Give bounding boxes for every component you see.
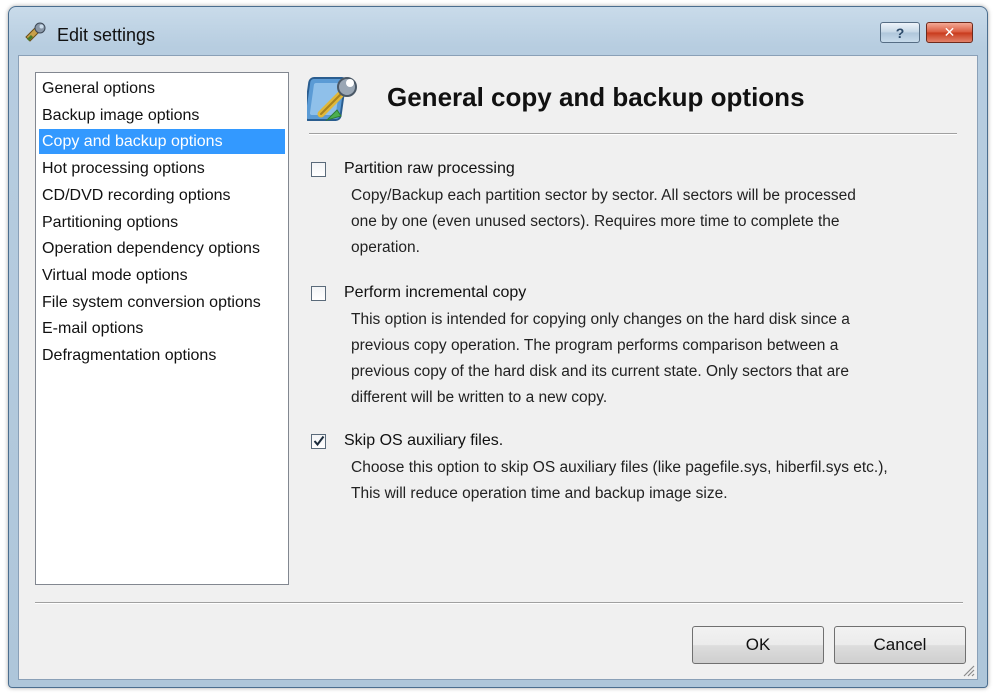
help-icon: ? [895,24,905,41]
resize-grip-icon[interactable] [961,663,975,677]
description-line: previous copy operation. The program per… [351,337,839,354]
window-title: Edit settings [57,25,156,45]
description-line: This option is intended for copying only… [351,311,850,328]
nav-item[interactable]: General options [39,76,285,101]
option-checkbox[interactable] [311,161,326,177]
description-line: previous copy of the hard disk and its c… [351,363,849,380]
description-line: one by one (even unused sectors). Requir… [351,213,840,230]
option-row[interactable]: Partition raw processing [311,157,515,181]
nav-item[interactable]: File system conversion options [39,290,285,315]
close-button[interactable]: ✕ [926,22,973,43]
wrench-settings-icon [307,77,357,122]
option-checkbox[interactable] [311,285,326,301]
description-line: Copy/Backup each partition sector by sec… [351,187,856,204]
header-divider [309,133,957,135]
nav-item[interactable]: Hot processing options [39,156,285,181]
nav-item[interactable]: Defragmentation options [39,343,285,368]
nav-item[interactable]: Virtual mode options [39,263,285,288]
option-label: Partition raw processing [344,160,515,177]
option-row[interactable]: Skip OS auxiliary files. [311,429,503,453]
nav-item[interactable]: Backup image options [39,103,285,128]
edit-settings-window: Edit settings ? ✕ General options Backup … [8,6,988,688]
option-description: Copy/Backup each partition sector by sec… [351,183,951,261]
option-label: Perform incremental copy [344,284,527,301]
nav-item[interactable]: Partitioning options [39,210,285,235]
option-description: Choose this option to skip OS auxiliary … [351,455,951,507]
dialog-body: General options Backup image options Copy … [18,55,978,680]
close-icon: ✕ [943,24,956,40]
description-line: different will be written to a new copy. [351,389,608,406]
ok-button[interactable]: OK [692,626,824,664]
cancel-button[interactable]: Cancel [834,626,966,664]
nav-item[interactable]: Operation dependency options [39,236,285,261]
description-line: This will reduce operation time and back… [351,485,728,502]
option-row[interactable]: Perform incremental copy [311,281,526,305]
description-line: Choose this option to skip OS auxiliary … [351,459,888,476]
help-button[interactable]: ? [880,22,920,43]
footer-divider [35,602,963,604]
app-wrench-icon [25,22,46,42]
title-bar[interactable]: Edit settings ? ✕ [9,7,987,55]
nav-item[interactable]: E-mail options [39,316,285,341]
page-title: General copy and backup options [387,82,805,112]
nav-item[interactable]: CD/DVD recording options [39,183,285,208]
option-description: This option is intended for copying only… [351,307,951,411]
settings-category-list[interactable]: General options Backup image options Copy … [35,72,289,585]
option-checkbox[interactable] [311,433,326,449]
nav-item[interactable]: Copy and backup options [39,129,285,155]
description-line: operation. [351,239,420,256]
checkmark-icon [313,435,325,446]
option-label: Skip OS auxiliary files. [344,432,504,449]
